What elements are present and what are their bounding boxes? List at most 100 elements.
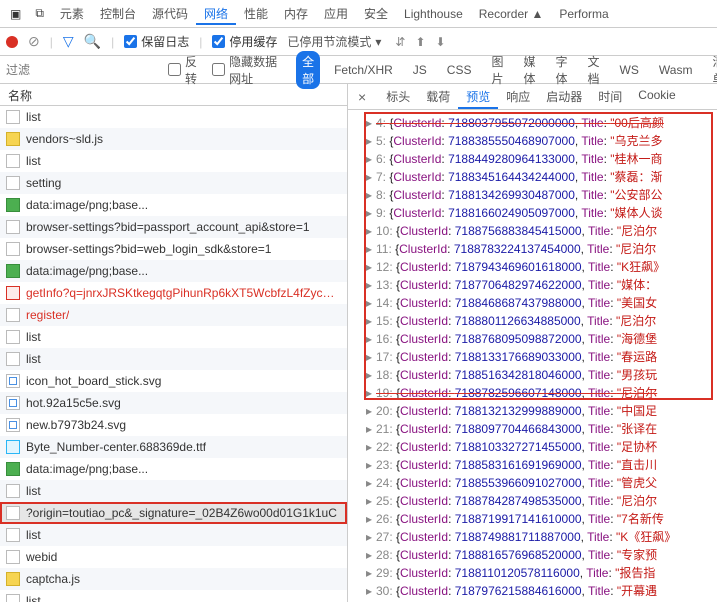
request-row[interactable]: list	[0, 150, 347, 172]
preview-row[interactable]: ▸29: {ClusterId: 7188110120578116000, Ti…	[366, 564, 717, 582]
request-row[interactable]: list	[0, 348, 347, 370]
type-filter[interactable]: 图片	[485, 51, 509, 89]
preview-row[interactable]: ▸20: {ClusterId: 7188132132999889000, Ti…	[366, 402, 717, 420]
preview-row[interactable]: ▸30: {ClusterId: 7187976215884616000, Ti…	[366, 582, 717, 600]
request-row[interactable]: data:image/png;base...	[0, 260, 347, 282]
clear-icon[interactable]: ⊘	[28, 33, 40, 50]
request-row[interactable]: Byte_Number-center.688369de.ttf	[0, 436, 347, 458]
preview-row[interactable]: ▸4: {ClusterId: 7188037955072000000, Tit…	[366, 114, 717, 132]
preview-pane[interactable]: ▸4: {ClusterId: 7188037955072000000, Tit…	[348, 110, 717, 602]
main-tab-1[interactable]: 控制台	[92, 3, 144, 25]
request-row[interactable]: ?origin=toutiao_pc&_signature=_02B4Z6wo0…	[0, 502, 347, 524]
type-filter[interactable]: 清单	[706, 51, 717, 89]
disable-cache-input[interactable]	[212, 35, 225, 48]
request-row[interactable]: hot.92a15c5e.svg	[0, 392, 347, 414]
type-filter[interactable]: Fetch/XHR	[328, 61, 399, 79]
preview-row[interactable]: ▸6: {ClusterId: 7188449280964133000, Tit…	[366, 150, 717, 168]
preview-row[interactable]: ▸10: {ClusterId: 7188756883845415000, Ti…	[366, 222, 717, 240]
detail-tab[interactable]: 响应	[498, 84, 538, 109]
filter-icon[interactable]: ▽	[63, 33, 74, 50]
preview-row[interactable]: ▸24: {ClusterId: 7188553966091027000, Ti…	[366, 474, 717, 492]
search-icon[interactable]: 🔍	[84, 33, 101, 50]
request-row[interactable]: getInfo?q=jnrxJRSKtkegqtgPihunRp6kXT5Wcb…	[0, 282, 347, 304]
preview-row[interactable]: ▸28: {ClusterId: 7188816576968520000, Ti…	[366, 546, 717, 564]
type-filter[interactable]: 文档	[582, 51, 606, 89]
preview-row[interactable]: ▸13: {ClusterId: 7187706482974622000, Ti…	[366, 276, 717, 294]
preview-row[interactable]: ▸22: {ClusterId: 7188103327271455000, Ti…	[366, 438, 717, 456]
preview-row[interactable]: ▸25: {ClusterId: 7188784287498535000, Ti…	[366, 492, 717, 510]
detail-tab[interactable]: 启动器	[538, 84, 590, 109]
main-tab-5[interactable]: 内存	[276, 3, 316, 25]
main-tab-8[interactable]: Lighthouse	[396, 3, 471, 25]
request-row[interactable]: icon_hot_board_stick.svg	[0, 370, 347, 392]
preview-row[interactable]: ▸11: {ClusterId: 7188783224137454000, Ti…	[366, 240, 717, 258]
type-filter[interactable]: CSS	[441, 61, 478, 79]
preview-row[interactable]: ▸9: {ClusterId: 7188166024905097000, Tit…	[366, 204, 717, 222]
type-filter[interactable]: JS	[407, 61, 433, 79]
request-row[interactable]: data:image/png;base...	[0, 458, 347, 480]
invert-checkbox[interactable]: 反转	[168, 53, 202, 87]
upload-icon[interactable]: ⬆	[415, 35, 425, 49]
request-row[interactable]: browser-settings?bid=web_login_sdk&store…	[0, 238, 347, 260]
detail-tab[interactable]: 标头	[378, 84, 418, 109]
hide-data-checkbox[interactable]: 隐藏数据网址	[212, 53, 286, 87]
request-row[interactable]: data:image/png;base...	[0, 194, 347, 216]
main-tab-0[interactable]: 元素	[52, 3, 92, 25]
main-tab-10[interactable]: Performa	[551, 3, 616, 25]
main-tab-2[interactable]: 源代码	[144, 3, 196, 25]
detail-tab[interactable]: 时间	[590, 84, 630, 109]
request-row[interactable]: new.b7973b24.svg	[0, 414, 347, 436]
request-row[interactable]: list	[0, 326, 347, 348]
inspect-icon[interactable]: ▣	[4, 3, 27, 25]
preview-row[interactable]: ▸17: {ClusterId: 7188133176689033000, Ti…	[366, 348, 717, 366]
wifi-icon[interactable]: ⇵	[395, 35, 405, 49]
type-filter[interactable]: 字体	[550, 51, 574, 89]
name-column-header[interactable]: 名称	[0, 84, 347, 106]
type-filter[interactable]: Wasm	[653, 61, 699, 79]
device-icon[interactable]: ⧉	[29, 2, 50, 25]
request-row[interactable]: list	[0, 524, 347, 546]
type-filter[interactable]: 全部	[296, 51, 320, 89]
preview-row[interactable]: ▸8: {ClusterId: 7188134269930487000, Tit…	[366, 186, 717, 204]
request-row[interactable]: list	[0, 106, 347, 128]
detail-tab[interactable]: Cookie	[630, 84, 683, 109]
request-row[interactable]: register/	[0, 304, 347, 326]
preview-row[interactable]: ▸15: {ClusterId: 7188801126634885000, Ti…	[366, 312, 717, 330]
preview-row[interactable]: ▸7: {ClusterId: 7188345164434244000, Tit…	[366, 168, 717, 186]
preview-row[interactable]: ▸19: {ClusterId: 7188782596607148000, Ti…	[366, 384, 717, 402]
record-button[interactable]	[6, 36, 18, 48]
preview-row[interactable]: ▸16: {ClusterId: 7188768095098872000, Ti…	[366, 330, 717, 348]
main-tab-7[interactable]: 安全	[356, 3, 396, 25]
request-row[interactable]: setting	[0, 172, 347, 194]
preview-row[interactable]: ▸26: {ClusterId: 7188719917141610000, Ti…	[366, 510, 717, 528]
detail-tab[interactable]: 预览	[458, 84, 498, 109]
preserve-log-input[interactable]	[124, 35, 137, 48]
main-tab-4[interactable]: 性能	[236, 3, 276, 25]
request-row[interactable]: list	[0, 590, 347, 602]
preview-row[interactable]: ▸23: {ClusterId: 7188583161691969000, Ti…	[366, 456, 717, 474]
preview-row[interactable]: ▸12: {ClusterId: 7187943469601618000, Ti…	[366, 258, 717, 276]
main-tab-6[interactable]: 应用	[316, 3, 356, 25]
detail-tab[interactable]: 载荷	[418, 84, 458, 109]
request-row[interactable]: vendors~sld.js	[0, 128, 347, 150]
preserve-log-checkbox[interactable]: 保留日志	[124, 33, 189, 50]
preview-row[interactable]: ▸5: {ClusterId: 7188385550468907000, Tit…	[366, 132, 717, 150]
type-filter[interactable]: WS	[614, 61, 645, 79]
close-icon[interactable]: ×	[352, 87, 372, 107]
request-row[interactable]: captcha.js	[0, 568, 347, 590]
preview-row[interactable]: ▸14: {ClusterId: 7188468687437988000, Ti…	[366, 294, 717, 312]
type-filter[interactable]: 媒体	[518, 51, 542, 89]
request-row[interactable]: browser-settings?bid=passport_account_ap…	[0, 216, 347, 238]
download-icon[interactable]: ⬇	[436, 35, 446, 49]
request-row[interactable]: list	[0, 480, 347, 502]
request-list[interactable]: listvendors~sld.jslistsettingdata:image/…	[0, 106, 347, 602]
main-tab-3[interactable]: 网络	[196, 3, 236, 25]
preview-row[interactable]: ▸18: {ClusterId: 7188516342818046000, Ti…	[366, 366, 717, 384]
request-row[interactable]: webid	[0, 546, 347, 568]
throttle-select[interactable]: 已停用节流模式 ▾	[287, 33, 381, 50]
disable-cache-checkbox[interactable]: 停用缓存	[212, 33, 277, 50]
main-tab-9[interactable]: Recorder ▲	[471, 3, 552, 25]
preview-row[interactable]: ▸21: {ClusterId: 7188097704466843000, Ti…	[366, 420, 717, 438]
preview-row[interactable]: ▸27: {ClusterId: 7188749881711887000, Ti…	[366, 528, 717, 546]
filter-input[interactable]	[0, 60, 168, 80]
